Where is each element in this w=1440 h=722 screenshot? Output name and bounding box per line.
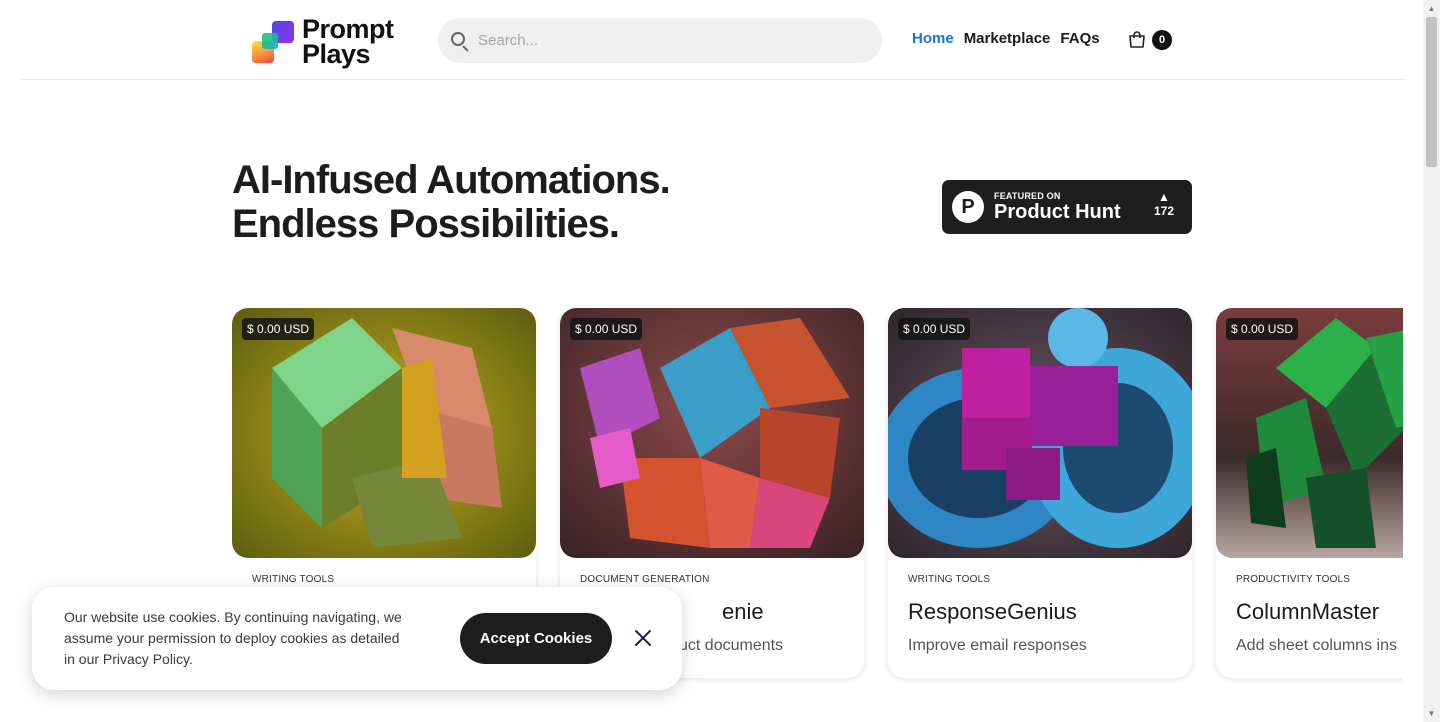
price-tag: $ 0.00 USD [898, 318, 971, 340]
upvote-count: 172 [1153, 204, 1174, 218]
scrollbar-thumb[interactable] [1426, 17, 1437, 167]
cookie-message: Our website use cookies. By continuing n… [64, 609, 402, 667]
page: Prompt Plays Home Marketplace FAQs 0 AI-… [0, 0, 1440, 722]
cart-button[interactable]: 0 [1128, 29, 1174, 51]
card-title[interactable]: ColumnMaster [1236, 599, 1403, 625]
hero-heading: AI-Infused Automations. Endless Possibil… [232, 158, 671, 246]
card-category: DOCUMENT GENERATION [580, 574, 710, 585]
page-scrollbar[interactable]: ▲ ▼ [1423, 0, 1440, 722]
upvote-arrow-icon: ▲ [1158, 190, 1170, 204]
hero-line-2: Endless Possibilities. [232, 202, 620, 246]
search-input[interactable] [478, 32, 858, 49]
product-hunt-badge[interactable]: P FEATURED ON Product Hunt ▲ 172 [942, 180, 1192, 234]
nav-marketplace-link[interactable]: Marketplace [964, 30, 1051, 47]
product-hunt-votes: ▲ 172 [1154, 190, 1174, 218]
product-hunt-name: Product Hunt [994, 201, 1121, 223]
scroll-up-arrow-icon[interactable]: ▲ [1423, 0, 1440, 17]
card-body: PRODUCTIVITY TOOLS ColumnMaster Add shee… [1216, 558, 1403, 655]
card-category: PRODUCTIVITY TOOLS [1236, 574, 1351, 585]
nav-home-link[interactable]: Home [912, 30, 954, 47]
product-art-green-blocks [1216, 308, 1403, 558]
logo-mark-icon [252, 19, 298, 65]
search-icon [450, 31, 470, 52]
search-bar[interactable] [438, 18, 882, 63]
price-tag: $ 0.00 USD [1226, 318, 1299, 340]
product-image[interactable]: $ 0.00 USD [888, 308, 1192, 558]
close-icon[interactable] [632, 627, 654, 649]
product-image[interactable]: $ 0.00 USD [232, 308, 536, 558]
price-tag: $ 0.00 USD [242, 318, 315, 340]
product-image[interactable]: $ 0.00 USD [1216, 308, 1403, 558]
product-art-green-cube [232, 308, 536, 558]
product-hunt-logo-icon: P [952, 191, 984, 223]
card-category: WRITING TOOLS [252, 574, 335, 585]
product-card[interactable]: $ 0.00 USD WRITING TOOLS ResponseGenius … [888, 308, 1192, 678]
main-nav: Home Marketplace FAQs [912, 30, 1100, 47]
nav-faqs-link[interactable]: FAQs [1060, 30, 1099, 47]
card-body: WRITING TOOLS [232, 558, 536, 585]
card-body: WRITING TOOLS ResponseGenius Improve ema… [888, 558, 1192, 655]
product-art-magenta-blue-swirl [888, 308, 1192, 558]
accept-cookies-button[interactable]: Accept Cookies [460, 613, 612, 664]
header: Prompt Plays Home Marketplace FAQs 0 [20, 0, 1403, 80]
card-category: WRITING TOOLS [908, 574, 991, 585]
card-description: Improve email responses [908, 637, 1087, 654]
product-art-orange-blue-cubes [560, 308, 864, 558]
card-description: Add sheet columns ins [1236, 637, 1397, 654]
product-image[interactable]: $ 0.00 USD [560, 308, 864, 558]
cookie-banner: Our website use cookies. By continuing n… [32, 587, 682, 690]
cart-count-badge: 0 [1152, 30, 1172, 50]
product-hunt-text: FEATURED ON Product Hunt [994, 191, 1121, 223]
product-hunt-featured: FEATURED ON [994, 191, 1061, 201]
scroll-down-arrow-icon[interactable]: ▼ [1423, 705, 1440, 722]
hero-line-1: AI-Infused Automations. [232, 158, 671, 202]
logo-text: Prompt Plays [302, 16, 394, 69]
card-title[interactable]: ResponseGenius [908, 599, 1172, 625]
product-card[interactable]: $ 0.00 USD PRODUCTIVITY TOOLS ColumnMast… [1216, 308, 1403, 678]
cart-icon [1129, 31, 1145, 48]
price-tag: $ 0.00 USD [570, 318, 643, 340]
logo[interactable]: Prompt Plays [252, 14, 412, 70]
logo-line-2: Plays [302, 39, 371, 69]
